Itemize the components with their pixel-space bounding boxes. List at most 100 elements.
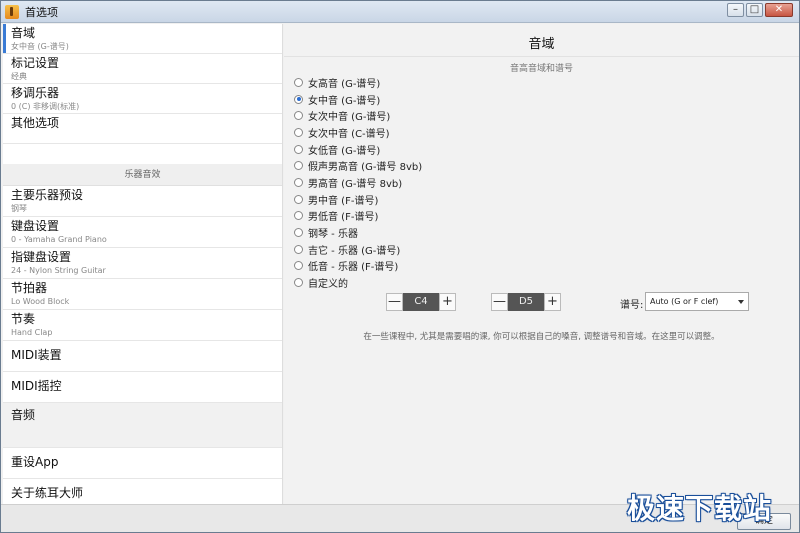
range-option[interactable]: 女低音 (G-谱号)	[294, 141, 799, 158]
hint-text: 在一些课程中, 尤其是需要唱的课, 你可以根据自己的嗓音, 调整谱号和音域。在这…	[363, 332, 720, 342]
range-option-label: 男低音 (F-谱号)	[308, 212, 379, 224]
sidebar-item-notation[interactable]: 标记设置 经典	[3, 54, 282, 84]
high-note-plus-button[interactable]: +	[544, 293, 561, 311]
sidebar-item-sublabel: 钢琴	[11, 204, 27, 213]
range-option[interactable]: 钢琴 - 乐器	[294, 224, 799, 241]
sidebar-item-keyboard[interactable]: 键盘设置 0 - Yamaha Grand Piano	[3, 217, 282, 248]
radio-icon[interactable]	[294, 261, 303, 271]
range-option[interactable]: 女高音 (G-谱号)	[294, 74, 799, 91]
clef-select-value: Auto (G or F clef)	[650, 297, 719, 306]
window-title: 首选项	[25, 5, 58, 19]
radio-checked-icon[interactable]	[294, 94, 303, 104]
clef-label: 谱号:	[620, 300, 644, 311]
range-option[interactable]: 男中音 (F-谱号)	[294, 191, 799, 208]
range-option-label: 女高音 (G-谱号)	[308, 78, 381, 90]
sidebar-item-fingerboard[interactable]: 指键盘设置 24 - Nylon String Guitar	[3, 248, 282, 279]
radio-icon[interactable]	[294, 161, 303, 171]
sidebar-item-range[interactable]: 音域 女中音 (G-谱号)	[3, 24, 282, 54]
range-option-label: 自定义的	[308, 279, 348, 291]
low-note-stepper: — C4 +	[386, 293, 456, 311]
sidebar-item-audio[interactable]: 音频	[3, 403, 282, 448]
close-button[interactable]: ✕	[765, 3, 793, 17]
range-option-label: 女低音 (G-谱号)	[308, 145, 381, 157]
high-note-stepper: — D5 +	[491, 293, 561, 311]
range-option-label: 女次中音 (C-谱号)	[308, 128, 390, 140]
preferences-window: 首选项 – □ ✕ 音域 女中音 (G-谱号) 标记设置 经典 移调乐器 0 (…	[0, 0, 800, 533]
sidebar: 音域 女中音 (G-谱号) 标记设置 经典 移调乐器 0 (C) 非移调(标准)…	[3, 24, 283, 504]
radio-icon[interactable]	[294, 127, 303, 137]
radio-icon[interactable]	[294, 111, 303, 121]
low-note-value: C4	[403, 293, 439, 311]
sidebar-item-rhythm[interactable]: 节奏 Hand Clap	[3, 310, 282, 341]
sidebar-item-label: 标记设置	[11, 56, 60, 70]
page-title: 音域	[528, 37, 555, 52]
sidebar-item-label: 重设App	[11, 455, 59, 469]
radio-icon[interactable]	[294, 244, 303, 254]
range-option[interactable]: 女次中音 (G-谱号)	[294, 107, 799, 124]
sidebar-spacer	[3, 144, 282, 164]
maximize-button[interactable]: □	[746, 3, 763, 17]
high-note-value: D5	[508, 293, 544, 311]
sidebar-item-metronome[interactable]: 节拍器 Lo Wood Block	[3, 279, 282, 310]
range-option-label: 男中音 (F-谱号)	[308, 195, 379, 207]
range-option[interactable]: 自定义的	[294, 274, 799, 291]
range-option-label: 吉它 - 乐器 (G-谱号)	[308, 245, 401, 257]
sidebar-item-label: 指键盘设置	[11, 250, 72, 264]
low-note-minus-button[interactable]: —	[386, 293, 403, 311]
range-option[interactable]: 假声男高音 (G-谱号 8vb)	[294, 157, 799, 174]
range-option-label: 男高音 (G-谱号 8vb)	[308, 178, 403, 190]
title-bar[interactable]: 首选项 – □ ✕	[1, 1, 799, 23]
sidebar-item-sublabel: Hand Clap	[11, 328, 53, 337]
range-panel: 音域 音高音域和谱号 女高音 (G-谱号) 女中音 (G-谱号) 女次中音 (G-谱…	[284, 24, 799, 504]
radio-icon[interactable]	[294, 278, 303, 288]
range-option[interactable]: 男低音 (F-谱号)	[294, 208, 799, 225]
range-options: 女高音 (G-谱号) 女中音 (G-谱号) 女次中音 (G-谱号) 女次中音 (C-谱…	[294, 74, 799, 291]
sidebar-item-label: 音频	[11, 408, 36, 422]
sidebar-item-other[interactable]: 其他选项	[3, 114, 282, 144]
sidebar-item-sublabel: 女中音 (G-谱号)	[11, 42, 69, 51]
sidebar-item-sublabel: 0 - Yamaha Grand Piano	[11, 235, 107, 244]
range-option[interactable]: 女次中音 (C-谱号)	[294, 124, 799, 141]
sidebar-item-sublabel: 0 (C) 非移调(标准)	[11, 102, 80, 111]
low-note-plus-button[interactable]: +	[439, 293, 456, 311]
range-option-label: 女中音 (G-谱号)	[308, 95, 381, 107]
high-note-minus-button[interactable]: —	[491, 293, 508, 311]
range-option[interactable]: 男高音 (G-谱号 8vb)	[294, 174, 799, 191]
app-icon	[5, 4, 19, 19]
sidebar-item-label: 关于练耳大师	[11, 486, 84, 500]
sidebar-item-label: MIDI装置	[11, 348, 62, 362]
chevron-down-icon	[738, 300, 744, 304]
radio-icon[interactable]	[294, 177, 303, 187]
sidebar-item-transposing[interactable]: 移调乐器 0 (C) 非移调(标准)	[3, 84, 282, 114]
watermark-logo: 极速下载站	[627, 492, 773, 525]
sidebar-item-label: 节奏	[11, 312, 36, 326]
range-option-label: 低音 - 乐器 (F-谱号)	[308, 262, 399, 274]
range-option[interactable]: 吉它 - 乐器 (G-谱号)	[294, 241, 799, 258]
sidebar-item-about[interactable]: 关于练耳大师	[3, 479, 282, 504]
sidebar-item-midi-device[interactable]: MIDI装置	[3, 341, 282, 372]
sidebar-item-sublabel: 经典	[11, 72, 27, 81]
minimize-button[interactable]: –	[727, 3, 744, 17]
sidebar-item-label: 键盘设置	[11, 219, 60, 233]
sidebar-item-main-preset[interactable]: 主要乐器预设 钢琴	[3, 186, 282, 217]
sidebar-item-midi-control[interactable]: MIDI摇控	[3, 372, 282, 403]
sidebar-item-label: 音域	[11, 26, 36, 40]
range-controls: — C4 + — D5 + 谱号: Auto (G or F clef)	[284, 292, 799, 313]
range-option-label: 女次中音 (G-谱号)	[308, 112, 391, 124]
sidebar-item-sublabel: 24 - Nylon String Guitar	[11, 266, 106, 275]
sidebar-item-label: 主要乐器预设	[11, 188, 84, 202]
radio-icon[interactable]	[294, 77, 303, 87]
clef-select[interactable]: Auto (G or F clef)	[645, 292, 749, 311]
sidebar-item-label: 移调乐器	[11, 86, 60, 100]
sidebar-item-label: MIDI摇控	[11, 379, 62, 393]
sidebar-section-title: 乐器音效	[3, 164, 282, 186]
radio-icon[interactable]	[294, 144, 303, 154]
radio-icon[interactable]	[294, 228, 303, 238]
radio-icon[interactable]	[294, 194, 303, 204]
range-option-label: 钢琴 - 乐器	[308, 229, 358, 241]
radio-icon[interactable]	[294, 211, 303, 221]
range-option-label: 假声男高音 (G-谱号 8vb)	[308, 162, 423, 174]
range-option[interactable]: 女中音 (G-谱号)	[294, 91, 799, 108]
sidebar-item-reset[interactable]: 重设App	[3, 448, 282, 479]
range-option[interactable]: 低音 - 乐器 (F-谱号)	[294, 258, 799, 275]
